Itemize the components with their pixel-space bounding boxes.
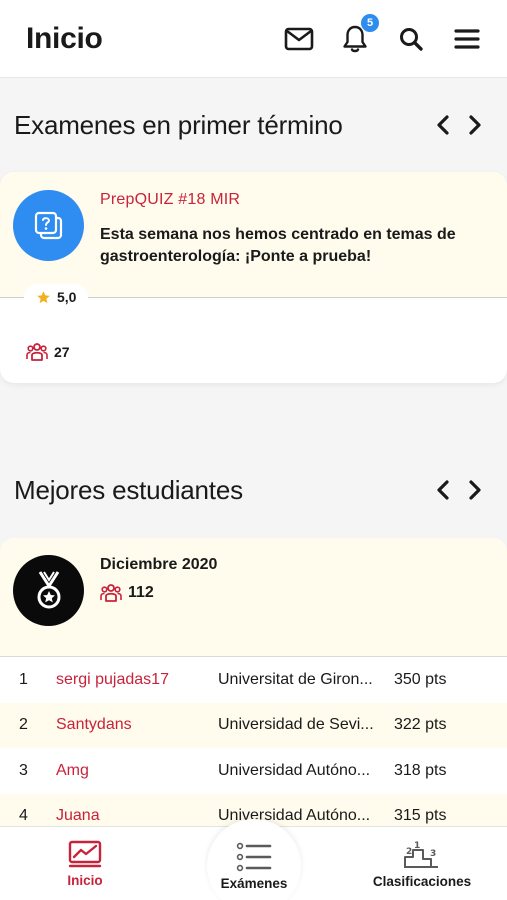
ranking-participants-count: 112 (128, 584, 154, 601)
rank-position: 3 (19, 761, 28, 779)
table-row[interactable]: 3 Amg Universidad Autóno... 318 pts (0, 748, 507, 794)
ranking-participants: 112 (100, 583, 154, 603)
quiz-icon (34, 211, 62, 239)
students-prev-button[interactable] (427, 474, 459, 506)
featured-exams-title: Examenes en primer término (14, 109, 343, 140)
rank-points: 322 pts (394, 716, 447, 734)
exam-participants: 27 (26, 342, 70, 362)
rating-chip: 5,0 (24, 284, 89, 310)
chevron-right-icon (469, 480, 481, 500)
rank-university: Universidad Autóno... (218, 761, 371, 779)
rank-position: 2 (19, 716, 28, 734)
rank-points: 350 pts (394, 670, 447, 688)
rank-position: 4 (19, 807, 28, 825)
mail-button[interactable] (283, 23, 315, 55)
top-header: Inicio 5 (0, 0, 507, 78)
star-icon (37, 290, 50, 303)
notifications-button[interactable]: 5 (339, 13, 379, 55)
nav-rankings[interactable]: 1 2 3 Clasificaciones (362, 827, 482, 900)
rank-username[interactable]: Santydans (56, 716, 218, 734)
notification-badge: 5 (361, 13, 379, 32)
rank-points: 315 pts (394, 807, 447, 825)
ranking-month: Diciembre 2020 (100, 556, 218, 573)
search-button[interactable] (395, 23, 427, 55)
list-icon (236, 842, 272, 871)
ranking-table: 1 sergi pujadas17 Universitat de Giron..… (0, 656, 507, 839)
featured-exams-header: Examenes en primer término (14, 105, 491, 145)
best-students-title: Mejores estudiantes (14, 474, 243, 505)
chevron-left-icon (437, 480, 449, 500)
mail-icon (284, 27, 314, 50)
search-icon (400, 27, 423, 51)
nav-rankings-label: Clasificaciones (372, 874, 472, 889)
rank-points: 318 pts (394, 761, 447, 779)
group-icon (100, 584, 122, 602)
chevron-left-icon (437, 115, 449, 135)
medal-avatar (13, 555, 84, 626)
page-title: Inicio (26, 21, 103, 55)
svg-text:2: 2 (406, 847, 412, 857)
rank-username[interactable]: sergi pujadas17 (56, 671, 218, 689)
chevron-right-icon (469, 115, 481, 135)
table-row[interactable]: 1 sergi pujadas17 Universitat de Giron..… (0, 657, 507, 703)
month-ranking-card[interactable]: Diciembre 2020 112 (0, 538, 507, 657)
nav-home-label: Inicio (67, 873, 103, 888)
featured-next-button[interactable] (459, 109, 491, 141)
menu-icon (454, 28, 480, 49)
exam-card[interactable]: PrepQUIZ #18 MIR Esta semana nos hemos c… (0, 172, 507, 383)
chart-icon (68, 840, 102, 868)
featured-prev-button[interactable] (427, 109, 459, 141)
participants-count: 27 (54, 344, 70, 360)
group-icon (26, 343, 48, 361)
medal-icon (37, 570, 60, 608)
header-actions: 5 (259, 13, 483, 55)
bottom-navigation: Inicio Exámenes 1 2 3 Clasificaciones (0, 819, 507, 900)
exam-name: PrepQUIZ #18 MIR (100, 191, 241, 208)
table-row[interactable]: 2 Santydans Universidad de Sevi... 322 p… (0, 702, 507, 748)
rank-username[interactable]: Juana (56, 807, 218, 825)
best-students-header: Mejores estudiantes (14, 470, 491, 510)
rank-university: Universidad de Sevi... (218, 716, 374, 734)
exam-description: Esta semana nos hemos centrado en temas … (100, 226, 456, 265)
exam-avatar (13, 190, 84, 261)
students-next-button[interactable] (459, 474, 491, 506)
nav-exams-label: Exámenes (220, 875, 288, 891)
rank-position: 1 (19, 670, 28, 688)
svg-text:3: 3 (430, 849, 436, 859)
app-screen: Inicio 5 Examenes en primer término Prep… (0, 0, 507, 900)
menu-button[interactable] (451, 23, 483, 55)
rank-university: Universitat de Giron... (218, 670, 373, 688)
nav-home[interactable]: Inicio (40, 827, 130, 900)
nav-exams[interactable]: Exámenes (207, 819, 301, 900)
rating-value: 5,0 (57, 289, 77, 305)
podium-icon: 1 2 3 (404, 841, 438, 868)
rank-username[interactable]: Amg (56, 762, 218, 780)
